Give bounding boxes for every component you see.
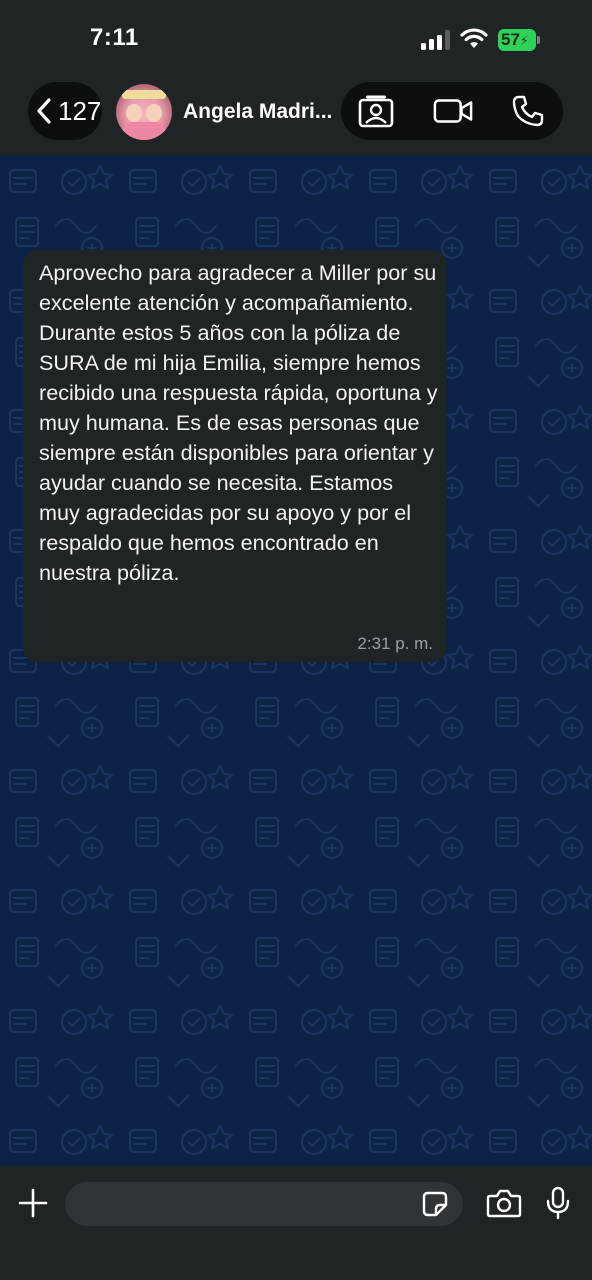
message-bubble[interactable]: Aprovecho para agradecer a Miller por su…	[23, 250, 447, 662]
contact-card-icon	[358, 95, 394, 128]
video-call-button[interactable]	[433, 94, 473, 128]
signal-icon	[421, 30, 450, 50]
status-time: 7:11	[90, 24, 139, 51]
chevron-left-icon	[37, 98, 51, 124]
video-call-icon	[433, 99, 473, 123]
battery-level: 57	[501, 30, 520, 49]
unread-count: 127	[58, 96, 102, 126]
battery-indicator: 57⚡	[498, 29, 536, 51]
message-text: Aprovecho para agradecer a Miller por su…	[39, 260, 438, 585]
phone-icon	[512, 95, 544, 127]
microphone-icon[interactable]	[545, 1186, 571, 1220]
contact-name[interactable]: Angela Madri...	[183, 100, 332, 124]
contact-card-button[interactable]	[356, 94, 396, 128]
camera-icon[interactable]	[486, 1188, 522, 1218]
call-actions	[341, 82, 563, 140]
sticker-icon[interactable]	[422, 1191, 448, 1217]
message-time: 2:31 p. m.	[357, 634, 433, 653]
back-button[interactable]: 127	[28, 82, 102, 140]
composer-bar	[0, 1166, 592, 1280]
contact-avatar[interactable]	[116, 84, 172, 140]
top-bar: 7:11 57⚡ 127 Angela Madri...	[0, 0, 592, 156]
charging-icon: ⚡	[519, 33, 530, 48]
plus-icon[interactable]	[18, 1188, 48, 1218]
message-input[interactable]	[65, 1182, 463, 1226]
wifi-icon	[460, 28, 488, 48]
voice-call-button[interactable]	[508, 94, 548, 128]
chat-area[interactable]: Aprovecho para agradecer a Miller por su…	[0, 156, 592, 1166]
battery-tip	[537, 36, 540, 44]
